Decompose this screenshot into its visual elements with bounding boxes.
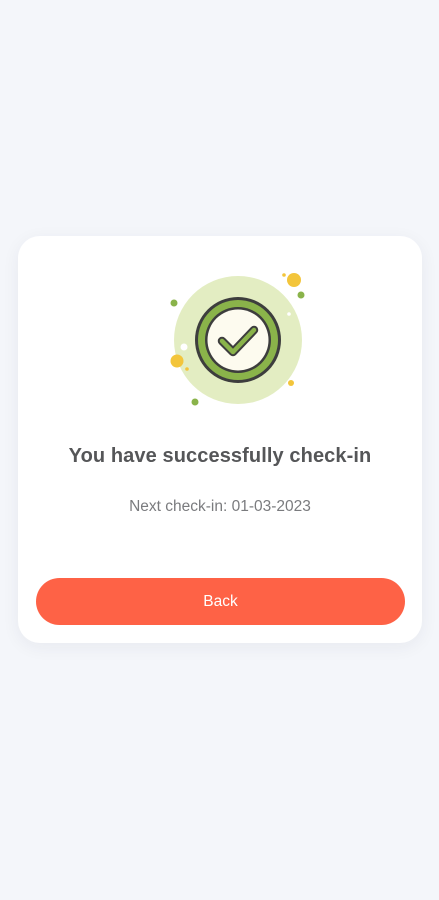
back-button[interactable]: Back bbox=[36, 578, 405, 625]
success-card: You have successfully check-in Next chec… bbox=[18, 236, 422, 643]
success-title: You have successfully check-in bbox=[68, 445, 372, 467]
next-checkin-text: Next check-in: 01-03-2023 bbox=[129, 498, 311, 515]
check-circle-icon bbox=[156, 262, 312, 418]
